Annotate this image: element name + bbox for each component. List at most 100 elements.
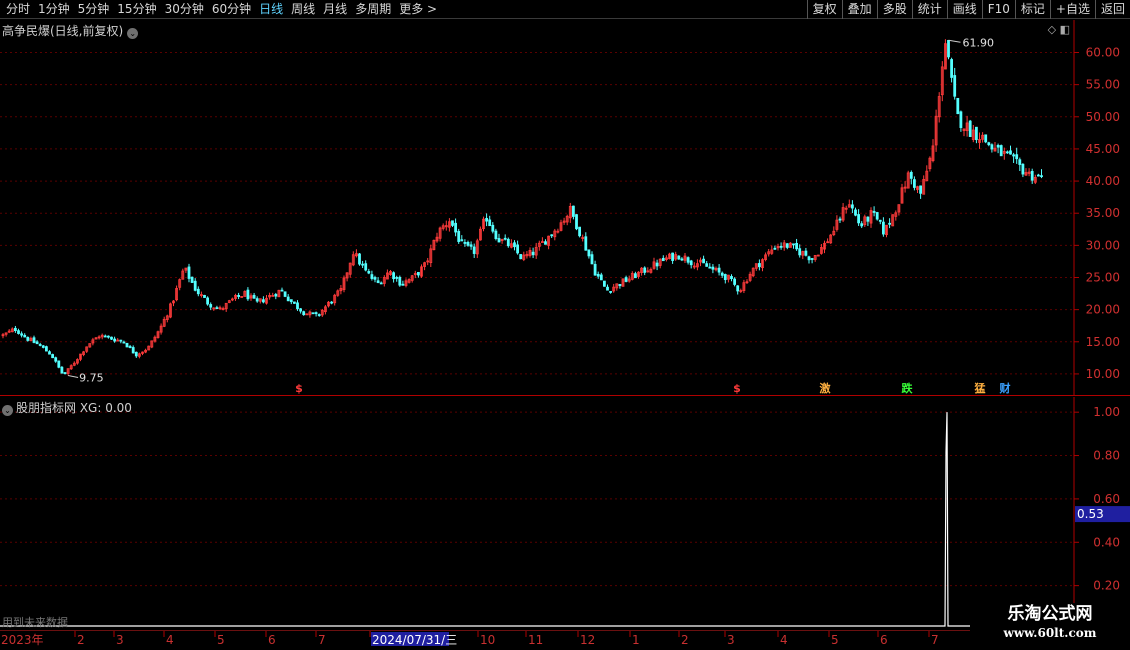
candle-body[interactable] (671, 252, 674, 261)
candle-body[interactable] (373, 277, 377, 280)
candle-body[interactable] (237, 294, 241, 297)
toolbar-button-7[interactable]: +自选 (1049, 0, 1095, 19)
candle-body[interactable] (119, 339, 123, 342)
candle-body[interactable] (603, 280, 606, 287)
candle-body[interactable] (689, 260, 693, 266)
candle-body[interactable] (584, 236, 588, 251)
candle-body[interactable] (587, 249, 591, 257)
candle-body[interactable] (677, 255, 681, 260)
candle-body[interactable] (730, 276, 733, 280)
candle-body[interactable] (599, 274, 603, 281)
candle-body[interactable] (810, 258, 814, 260)
candle-body[interactable] (252, 294, 256, 299)
candle-body[interactable] (590, 254, 594, 265)
toolbar-button-4[interactable]: 画线 (946, 0, 982, 19)
candle-body[interactable] (215, 307, 219, 310)
event-mark[interactable]: 激 (820, 381, 831, 395)
toolbar-button-3[interactable]: 统计 (911, 0, 947, 19)
chevron-down-icon[interactable]: ⌄ (2, 405, 13, 416)
candle-body[interactable] (45, 346, 48, 352)
candle-body[interactable] (193, 280, 197, 291)
toolbar-button-6[interactable]: 标记 (1014, 0, 1050, 19)
candle-body[interactable] (63, 372, 67, 375)
candle-body[interactable] (364, 263, 368, 271)
candle-body[interactable] (296, 302, 299, 310)
candle-body[interactable] (996, 144, 1000, 148)
chevron-down-icon[interactable]: ⌄ (127, 28, 139, 39)
candle-body[interactable] (454, 222, 458, 233)
candle-body[interactable] (661, 257, 665, 262)
candle-body[interactable] (680, 258, 684, 261)
candle-body[interactable] (457, 230, 461, 242)
candle-body[interactable] (398, 276, 402, 286)
candle-body[interactable] (122, 341, 126, 344)
candle-body[interactable] (26, 336, 30, 341)
candle-body[interactable] (717, 267, 721, 273)
toolbar-button-2[interactable]: 多股 (876, 0, 912, 19)
candle-body[interactable] (956, 97, 960, 115)
candle-body[interactable] (544, 241, 547, 245)
period-tab-10[interactable]: 更多 > (395, 0, 441, 19)
candle-body[interactable] (909, 171, 913, 179)
event-mark[interactable]: $ (733, 382, 741, 395)
candle-body[interactable] (190, 276, 194, 283)
candle-body[interactable] (990, 144, 994, 150)
candle-body[interactable] (401, 283, 405, 286)
toolbar-button-1[interactable]: 叠加 (841, 0, 877, 19)
candle-body[interactable] (13, 327, 17, 332)
candle-body[interactable] (367, 270, 371, 274)
candle-body[interactable] (358, 253, 361, 265)
candle-body[interactable] (838, 218, 842, 221)
candle-body[interactable] (733, 278, 736, 285)
candle-body[interactable] (38, 344, 42, 346)
candle-body[interactable] (314, 312, 318, 315)
candle-body[interactable] (795, 242, 798, 250)
candle-body[interactable] (572, 205, 575, 217)
candle-body[interactable] (550, 234, 554, 237)
candle-body[interactable] (302, 311, 306, 316)
price-chart-pane[interactable]: 10.00 15.00 20.00 25.00 30.00 35.00 40.00 45.00… (0, 20, 1130, 396)
indicator-pane[interactable]: 0.20 0.40 0.60 0.80 1.00 0.53 ⌄ 股朋指标网 XG: 0.00 (0, 397, 1130, 629)
candle-body[interactable] (779, 245, 783, 248)
candle-body[interactable] (17, 330, 20, 334)
candle-body[interactable] (624, 277, 628, 282)
candle-body[interactable] (655, 262, 659, 267)
candle-body[interactable] (773, 247, 777, 250)
candle-body[interactable] (1021, 163, 1025, 175)
candle-body[interactable] (32, 337, 36, 343)
candle-body[interactable] (451, 220, 454, 226)
candle-body[interactable] (466, 242, 470, 246)
candle-body[interactable] (1015, 154, 1019, 160)
candle-body[interactable] (113, 338, 116, 342)
candle-body[interactable] (472, 246, 476, 254)
candle-body[interactable] (1012, 154, 1015, 157)
candle-body[interactable] (274, 294, 278, 297)
candle-body[interactable] (110, 336, 113, 340)
candle-body[interactable] (686, 257, 690, 263)
candle-body[interactable] (596, 273, 600, 277)
candle-body[interactable] (255, 298, 259, 302)
candle-body[interactable] (702, 258, 705, 264)
candle-body[interactable] (578, 226, 581, 237)
candle-body[interactable] (634, 273, 637, 279)
candle-body[interactable] (280, 289, 284, 292)
candle-body[interactable] (292, 301, 296, 304)
event-mark[interactable]: 猛 (974, 381, 986, 395)
event-mark[interactable]: $ (295, 382, 303, 395)
period-tab-0[interactable]: 分时 (2, 0, 34, 19)
candle-body[interactable] (758, 263, 761, 268)
candle-body[interactable] (35, 341, 39, 345)
candle-body[interactable] (488, 219, 492, 227)
candle-body[interactable] (913, 179, 916, 188)
candle-body[interactable] (20, 333, 24, 336)
candle-body[interactable] (987, 142, 991, 146)
toolbar-button-5[interactable]: F10 (981, 0, 1015, 19)
candle-body[interactable] (975, 126, 978, 141)
event-mark[interactable]: 财 (999, 381, 1011, 395)
candle-body[interactable] (107, 335, 110, 338)
candle-body[interactable] (286, 296, 290, 302)
candle-body[interactable] (857, 214, 860, 224)
candle-body[interactable] (125, 342, 129, 348)
period-tab-6[interactable]: 日线 (255, 0, 287, 19)
candle-body[interactable] (531, 251, 535, 256)
